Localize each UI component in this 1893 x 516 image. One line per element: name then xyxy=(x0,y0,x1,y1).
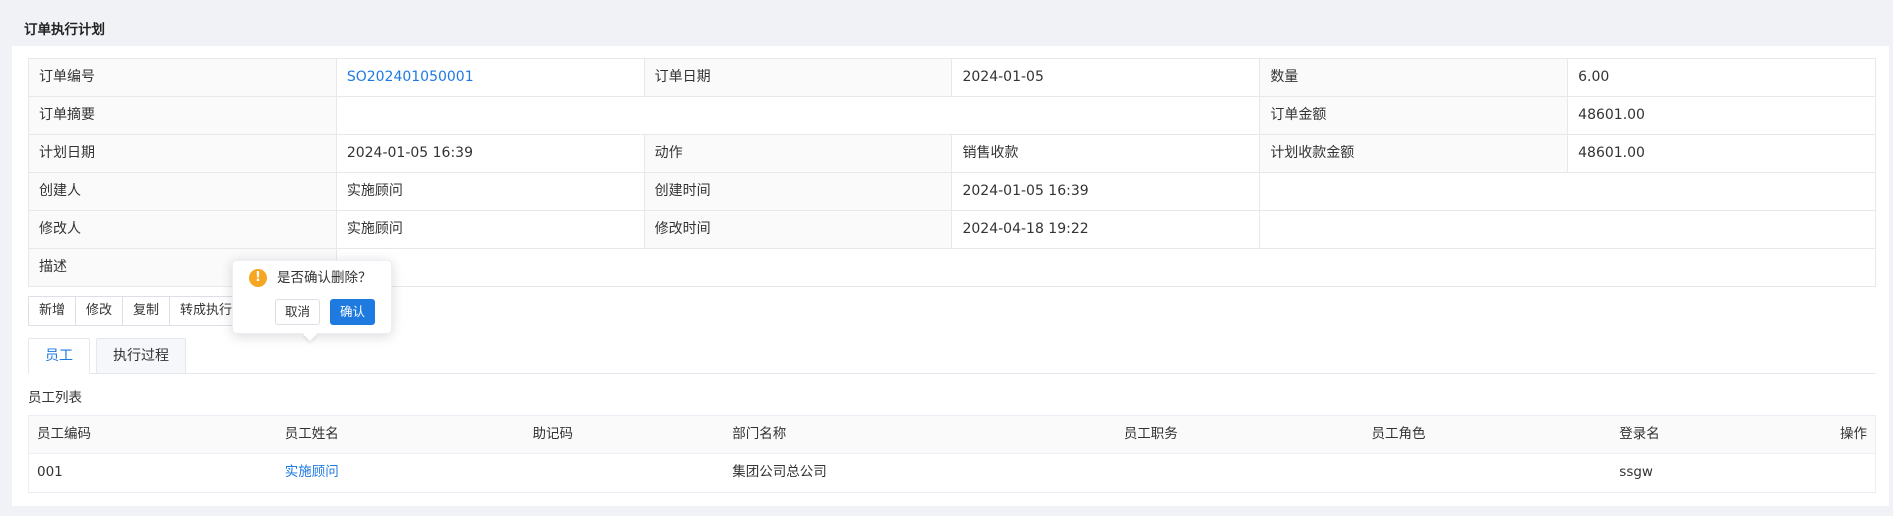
header-employee-name: 员工姓名 xyxy=(284,426,339,442)
cell-login: ssgw xyxy=(1619,464,1653,480)
order-no-label: 订单编号 xyxy=(29,59,337,97)
empty-cell xyxy=(1260,211,1876,249)
order-no-link[interactable]: SO202401050001 xyxy=(336,59,645,97)
edit-button[interactable]: 修改 xyxy=(75,296,123,326)
create-time-label: 创建时间 xyxy=(644,173,953,211)
order-date-label: 订单日期 xyxy=(644,59,953,97)
header-mnemonic: 助记码 xyxy=(532,426,573,442)
table-header: 员工编码 员工姓名 助记码 部门名称 员工职务 员工角色 登录名 操作 xyxy=(29,416,1875,454)
quantity-value: 6.00 xyxy=(1568,59,1876,97)
create-time-value: 2024-01-05 16:39 xyxy=(952,173,1261,211)
plan-amount-label: 计划收款金额 xyxy=(1260,135,1569,173)
order-amount-value: 48601.00 xyxy=(1568,97,1876,135)
confirm-button[interactable]: 确认 xyxy=(330,299,376,325)
plan-date-label: 计划日期 xyxy=(29,135,337,173)
warning-icon: ! xyxy=(249,269,267,287)
detail-row: 创建人 实施顾问 创建时间 2024-01-05 16:39 xyxy=(29,173,1876,211)
tab-execution-process[interactable]: 执行过程 xyxy=(96,338,186,374)
add-button[interactable]: 新增 xyxy=(28,296,76,326)
header-department: 部门名称 xyxy=(732,426,787,442)
tab-bar: 员工 执行过程 xyxy=(28,338,1876,374)
detail-row: 订单摘要 订单金额 48601.00 xyxy=(29,97,1876,135)
copy-button[interactable]: 复制 xyxy=(122,296,170,326)
desc-value xyxy=(336,249,1876,287)
page-title: 订单执行计划 xyxy=(24,22,105,38)
table-row: 001 实施顾问 集团公司总公司 ssgw xyxy=(29,454,1875,492)
header-login: 登录名 xyxy=(1619,426,1660,442)
plan-date-value: 2024-01-05 16:39 xyxy=(336,135,645,173)
creator-value: 实施顾问 xyxy=(336,173,645,211)
quantity-label: 数量 xyxy=(1260,59,1569,97)
detail-row: 计划日期 2024-01-05 16:39 动作 销售收款 计划收款金额 486… xyxy=(29,135,1876,173)
action-value: 销售收款 xyxy=(952,135,1261,173)
detail-row: 订单编号 SO202401050001 订单日期 2024-01-05 数量 6… xyxy=(29,59,1876,97)
plan-amount-value: 48601.00 xyxy=(1568,135,1876,173)
header-employee-code: 员工编码 xyxy=(37,426,91,442)
main-panel: 订单编号 SO202401050001 订单日期 2024-01-05 数量 6… xyxy=(12,46,1889,506)
popconfirm-message: 是否确认删除？ xyxy=(277,270,372,286)
modify-time-label: 修改时间 xyxy=(644,211,953,249)
order-summary-label: 订单摘要 xyxy=(29,97,337,135)
order-date-value: 2024-01-05 xyxy=(952,59,1261,97)
cell-mnemonic xyxy=(524,454,724,492)
cell-position xyxy=(1116,454,1364,492)
cell-employee-code: 001 xyxy=(37,464,63,480)
creator-label: 创建人 xyxy=(29,173,337,211)
employee-name-link[interactable]: 实施顾问 xyxy=(277,454,525,492)
employee-list-title: 员工列表 xyxy=(28,390,82,406)
order-amount-label: 订单金额 xyxy=(1260,97,1569,135)
header-actions: 操作 xyxy=(1840,426,1867,442)
cell-role xyxy=(1364,454,1612,492)
modifier-label: 修改人 xyxy=(29,211,337,249)
tab-employees[interactable]: 员工 xyxy=(28,338,90,374)
cancel-button[interactable]: 取消 xyxy=(275,299,321,325)
header-position: 员工职务 xyxy=(1123,426,1178,442)
order-summary-value xyxy=(336,97,1261,135)
cell-department: 集团公司总公司 xyxy=(732,464,827,480)
employee-table: 员工编码 员工姓名 助记码 部门名称 员工职务 员工角色 登录名 操作 001 … xyxy=(28,415,1876,493)
action-label: 动作 xyxy=(644,135,953,173)
cell-actions xyxy=(1811,454,1875,492)
order-detail-grid: 订单编号 SO202401050001 订单日期 2024-01-05 数量 6… xyxy=(28,58,1876,287)
modify-time-value: 2024-04-18 19:22 xyxy=(952,211,1261,249)
delete-popconfirm: ! 是否确认删除？ 取消 确认 xyxy=(232,260,392,342)
detail-row: 修改人 实施顾问 修改时间 2024-04-18 19:22 xyxy=(29,211,1876,249)
empty-cell xyxy=(1260,173,1876,211)
modifier-value: 实施顾问 xyxy=(336,211,645,249)
header-role: 员工角色 xyxy=(1371,426,1426,442)
